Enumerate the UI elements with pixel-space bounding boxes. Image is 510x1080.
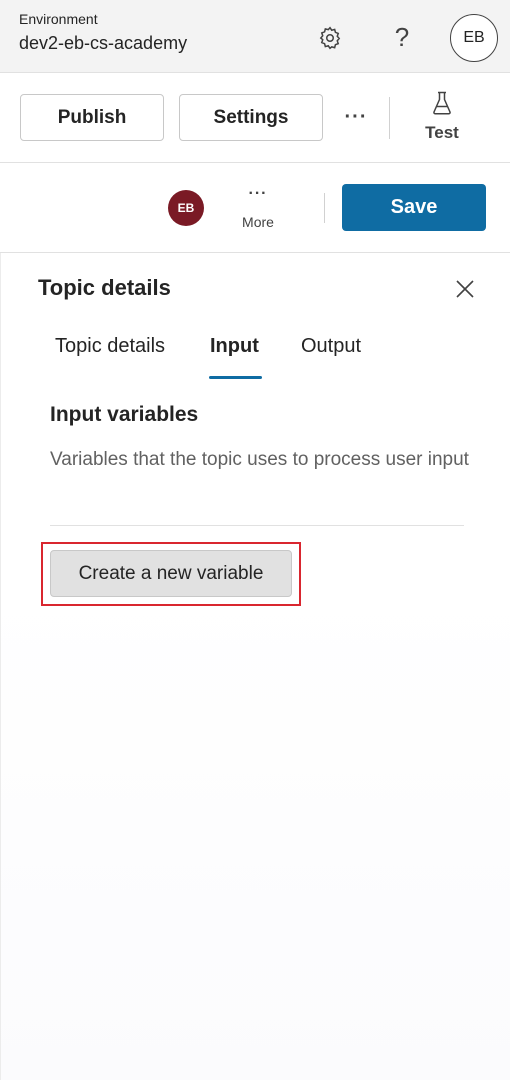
user-avatar[interactable]: EB [450,14,498,62]
panel-tabs: Topic details Input Output [39,331,479,379]
tab-input[interactable]: Input [210,335,259,358]
selected-tab-indicator [209,376,262,379]
section-description: Variables that the topic uses to process… [50,449,469,470]
environment-name[interactable]: dev2-eb-cs-academy [19,33,187,54]
more-icon: ··· [248,185,268,202]
settings-button[interactable]: Settings [179,94,323,141]
gear-icon[interactable] [314,22,346,54]
environment-header: Environment dev2-eb-cs-academy ? EB [0,0,510,73]
tab-topic-details[interactable]: Topic details [55,335,165,358]
panel-title: Topic details [38,275,171,300]
publish-button[interactable]: Publish [20,94,164,141]
tab-output[interactable]: Output [301,335,361,358]
topic-details-panel: Topic details Topic details Input Output… [0,253,510,1080]
save-button[interactable]: Save [342,184,486,231]
more-button[interactable]: ··· More [232,185,284,233]
environment-label: Environment [19,11,98,27]
more-options-icon[interactable]: ··· [340,101,372,133]
test-label: Test [425,123,459,142]
toolbar-divider [389,97,390,139]
test-button[interactable]: Test [410,89,474,149]
close-icon[interactable] [453,277,477,301]
more-label: More [242,214,274,230]
command-toolbar: Publish Settings ··· Test [0,73,510,163]
secondbar-divider [324,193,325,223]
collaborator-avatar[interactable]: EB [168,190,204,226]
question-mark-icon[interactable]: ? [386,20,418,54]
section-divider [50,525,464,526]
create-variable-button[interactable]: Create a new variable [50,550,292,597]
secondary-toolbar: EB ··· More Save [0,163,510,253]
section-title: Input variables [50,403,199,426]
flask-icon [433,91,451,115]
